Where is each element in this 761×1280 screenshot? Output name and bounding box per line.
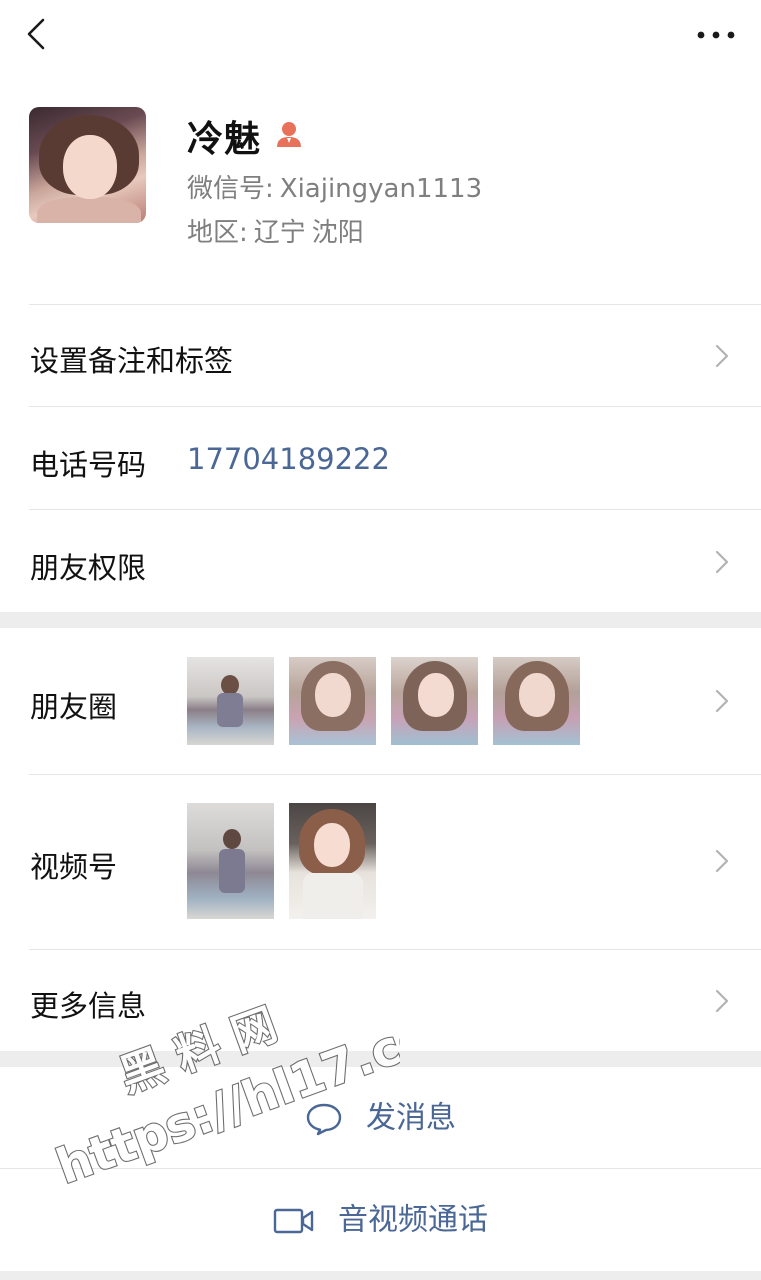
section-gap — [0, 1051, 761, 1067]
chevron-right-icon — [715, 689, 729, 713]
voice-video-call-label: 音视频通话 — [338, 1202, 489, 1238]
wechat-id-value: Xiajingyan1113 — [279, 174, 483, 204]
wechat-id: 微信号: Xiajingyan1113 — [187, 168, 488, 205]
back-button[interactable] — [18, 14, 58, 54]
row-more-info[interactable]: 更多信息 — [0, 949, 761, 1051]
row-remark-tags[interactable]: 设置备注和标签 — [0, 304, 761, 406]
chat-bubble-icon — [306, 1103, 342, 1135]
region-label: 地区: — [187, 218, 248, 248]
row-channels[interactable]: 视频号 — [0, 774, 761, 949]
section-gap — [0, 1271, 761, 1280]
row-moments-label: 朋友圈 — [30, 690, 118, 724]
moments-thumbnail — [493, 657, 580, 745]
voice-video-call-button[interactable]: 音视频通话 — [0, 1169, 761, 1271]
row-friend-permissions[interactable]: 朋友权限 — [0, 509, 761, 612]
row-channels-label: 视频号 — [30, 850, 118, 884]
profile-name: 冷魅 — [187, 119, 262, 160]
video-camera-icon — [273, 1208, 314, 1233]
row-more-info-label: 更多信息 — [30, 989, 147, 1023]
person-icon — [277, 122, 301, 147]
phone-number-link[interactable]: 17704189222 — [187, 442, 390, 476]
profile-header: 冷魅 微信号: Xiajingyan1113 地区: 辽宁 沈阳 — [0, 70, 761, 304]
more-options-button[interactable] — [693, 18, 739, 52]
chevron-right-icon — [715, 989, 729, 1013]
top-bar — [0, 0, 761, 70]
region-city: 沈阳 — [311, 218, 364, 248]
channels-thumbnail — [187, 803, 274, 919]
send-message-label: 发消息 — [366, 1100, 457, 1136]
region-province: 辽宁 — [253, 218, 306, 248]
moments-thumbnail — [289, 657, 376, 745]
chevron-right-icon — [715, 849, 729, 873]
avatar[interactable] — [29, 107, 146, 223]
moments-thumbnail — [187, 657, 274, 745]
chevron-left-icon — [27, 18, 45, 50]
section-gap — [0, 612, 761, 628]
row-permissions-label: 朋友权限 — [30, 551, 147, 585]
row-remark-label: 设置备注和标签 — [30, 344, 234, 378]
moments-thumbnail — [391, 657, 478, 745]
wechat-id-label: 微信号: — [187, 174, 274, 204]
send-message-button[interactable]: 发消息 — [0, 1067, 761, 1169]
region: 地区: 辽宁 沈阳 — [187, 212, 370, 249]
chevron-right-icon — [715, 344, 729, 368]
row-phone-label: 电话号码 — [30, 448, 147, 482]
channels-thumbnail — [289, 803, 376, 919]
row-moments[interactable]: 朋友圈 — [0, 628, 761, 774]
chevron-right-icon — [715, 550, 729, 574]
row-phone: 电话号码 17704189222 — [0, 406, 761, 509]
more-horizontal-icon — [697, 31, 735, 39]
